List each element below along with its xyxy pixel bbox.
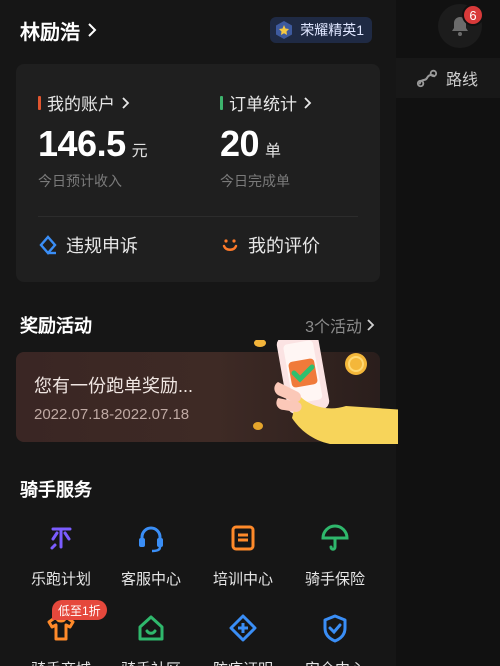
medical-icon: [229, 614, 257, 642]
appeal-link[interactable]: 违规申诉: [38, 232, 138, 258]
stats-card: 我的账户 146.5 元 今日预计收入 订单统计 20 单 今日完成单 违规申诉…: [16, 64, 380, 282]
phone-reward-illustration: [253, 340, 398, 444]
appeal-icon: [39, 235, 57, 255]
smile-icon: [222, 239, 238, 251]
account-subtitle: 今日预计收入: [38, 173, 122, 189]
service-label: 骑手保险: [304, 571, 365, 588]
chevron-right-icon: [122, 96, 130, 109]
service-label: 安全中心: [288, 658, 382, 666]
account-unit: 元: [131, 143, 148, 160]
home-icon: [138, 615, 164, 641]
side-drawer: 林励浩 荣耀精英1 我的账户 146.5 元 今日预计收入 订单统计 20 单 …: [0, 0, 398, 666]
chevron-right-icon: [88, 23, 97, 37]
route-button[interactable]: 路线: [396, 58, 500, 98]
orders-accent-bar: [220, 95, 223, 110]
account-stat[interactable]: 我的账户 146.5 元 今日预计收入: [38, 90, 198, 191]
account-title: 我的账户: [47, 95, 115, 114]
service-le-run-plan[interactable]: 乐跑计划: [14, 520, 108, 589]
service-safety-center[interactable]: 安全中心: [288, 610, 382, 666]
service-epidemic-proof[interactable]: 防疫证明: [196, 610, 290, 666]
umbrella-icon: [321, 524, 349, 551]
headset-icon: [139, 526, 163, 553]
service-label: 乐跑计划: [30, 571, 91, 588]
service-rider-community[interactable]: 骑手社区: [104, 610, 198, 666]
appeal-label: 违规申诉: [66, 236, 138, 256]
orders-title: 订单统计: [229, 95, 297, 114]
service-rider-insurance[interactable]: 骑手保险: [288, 520, 382, 589]
account-accent-bar: [38, 95, 41, 110]
route-label: 路线: [446, 72, 479, 89]
rewards-count: 3个活动: [305, 319, 362, 336]
account-value: 146.5: [38, 123, 126, 164]
divider: [38, 216, 358, 217]
reward-date: 2022.07.18-2022.07.18: [34, 406, 190, 423]
medal-icon: [276, 21, 293, 39]
orders-unit: 单: [265, 143, 282, 160]
service-label: 培训中心: [212, 571, 273, 588]
services-title: 骑手服务: [20, 480, 92, 500]
profile-header: 林励浩 荣耀精英1: [20, 14, 372, 46]
level-label: 荣耀精英1: [300, 22, 364, 38]
rider-name: 林励浩: [20, 21, 80, 44]
reward-title: 您有一份跑单奖励...: [34, 376, 194, 396]
chevron-right-icon: [367, 319, 375, 331]
map-background: [396, 0, 500, 666]
reward-card[interactable]: 您有一份跑单奖励... 2022.07.18-2022.07.18: [16, 340, 398, 444]
rewards-title: 奖励活动: [20, 316, 92, 336]
notification-badge: 6: [462, 4, 484, 26]
route-icon: [416, 69, 438, 88]
orders-subtitle: 今日完成单: [220, 173, 290, 189]
level-badge[interactable]: 荣耀精英1: [270, 17, 372, 43]
shield-icon: [323, 614, 347, 643]
service-label: 骑手社区: [104, 658, 198, 666]
orders-value: 20: [220, 123, 260, 164]
rewards-header: 奖励活动 3个活动: [20, 312, 376, 338]
service-label: 客服中心: [120, 571, 181, 588]
promo-tag: 低至1折: [52, 600, 107, 620]
chevron-right-icon: [304, 96, 312, 109]
reviews-label: 我的评价: [248, 236, 320, 256]
reviews-link[interactable]: 我的评价: [220, 232, 320, 258]
service-label: 防疫证明: [196, 658, 290, 666]
rewards-more-link[interactable]: 3个活动: [305, 313, 376, 337]
service-label: 骑手商城: [14, 658, 108, 666]
le-icon: [50, 527, 72, 550]
training-icon: [231, 525, 255, 551]
service-training-center[interactable]: 培训中心: [196, 520, 290, 589]
service-customer-center[interactable]: 客服中心: [104, 520, 198, 589]
rider-profile-link[interactable]: 林励浩: [20, 16, 98, 45]
orders-stat[interactable]: 订单统计 20 单 今日完成单: [220, 90, 380, 191]
